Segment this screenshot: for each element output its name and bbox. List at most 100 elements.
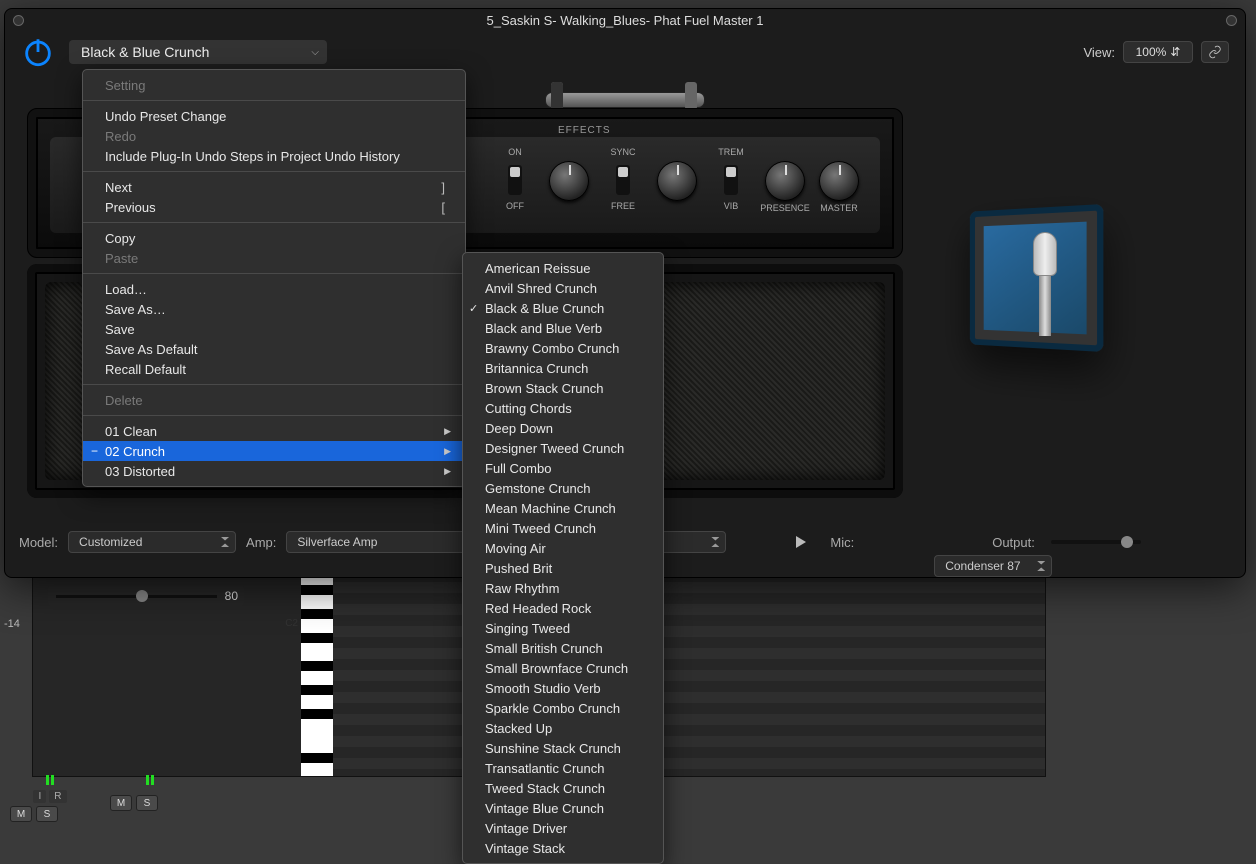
window-titlebar[interactable]: 5_Saskin S- Walking_Blues- Phat Fuel Mas…	[5, 9, 1245, 32]
submenu-item[interactable]: Sunshine Stack Crunch	[463, 738, 663, 758]
velocity-value: 80	[225, 589, 244, 603]
amp-control[interactable]: SYNC FREE	[596, 143, 650, 215]
knob-icon[interactable]	[657, 161, 697, 201]
close-icon[interactable]	[13, 15, 24, 26]
menu-separator	[83, 384, 465, 385]
submenu-item[interactable]: Cutting Chords	[463, 398, 663, 418]
menu-item[interactable]: 02 Crunch	[83, 441, 465, 461]
amp-control[interactable]: MASTER	[812, 143, 866, 215]
menu-separator	[83, 222, 465, 223]
preset-context-menu: SettingUndo Preset ChangeRedoInclude Plu…	[82, 69, 466, 487]
mute-button[interactable]: M	[110, 795, 132, 811]
submenu-item[interactable]: Sparkle Combo Crunch	[463, 698, 663, 718]
menu-item[interactable]: 03 Distorted	[83, 461, 465, 481]
control-top-label: SYNC	[610, 147, 635, 159]
submenu-item[interactable]: Gemstone Crunch	[463, 478, 663, 498]
submenu-item[interactable]: Mean Machine Crunch	[463, 498, 663, 518]
power-button[interactable]	[21, 35, 55, 69]
mic-label: Mic:	[830, 535, 854, 550]
submenu-item[interactable]: Vintage Driver	[463, 818, 663, 838]
control-bottom-label: MASTER	[820, 203, 858, 215]
submenu-item[interactable]: Raw Rhythm	[463, 578, 663, 598]
knob-icon[interactable]	[549, 161, 589, 201]
input-btn[interactable]: I	[33, 790, 46, 803]
submenu-item[interactable]: Small Brownface Crunch	[463, 658, 663, 678]
menu-item[interactable]: Recall Default	[83, 359, 465, 379]
mute-button[interactable]: M	[10, 806, 32, 822]
menu-item[interactable]: Copy	[83, 228, 465, 248]
menu-item[interactable]: Previous[	[83, 197, 465, 217]
submenu-item[interactable]: Black & Blue Crunch	[463, 298, 663, 318]
submenu-item[interactable]: Full Combo	[463, 458, 663, 478]
amp-control[interactable]: TREMVIB	[704, 143, 758, 215]
switch-icon[interactable]	[616, 165, 630, 195]
control-bottom-label: OFF	[506, 201, 524, 213]
stepper-icon: ⇵	[1170, 45, 1180, 59]
menu-item[interactable]: Save As Default	[83, 339, 465, 359]
knob-icon[interactable]	[765, 161, 805, 201]
mic-dropdown[interactable]: Condenser 87	[934, 555, 1052, 577]
knob-icon[interactable]	[819, 161, 859, 201]
submenu-item[interactable]: Mini Tweed Crunch	[463, 518, 663, 538]
submenu-item[interactable]: Vintage Blue Crunch	[463, 798, 663, 818]
model-dropdown[interactable]: Customized	[68, 531, 236, 553]
submenu-item[interactable]: Vintage Stack	[463, 838, 663, 858]
submenu-item[interactable]: Transatlantic Crunch	[463, 758, 663, 778]
submenu-item[interactable]: Smooth Studio Verb	[463, 678, 663, 698]
submenu-item[interactable]: Black and Blue Verb	[463, 318, 663, 338]
solo-button[interactable]: S	[36, 806, 58, 822]
midi-grid[interactable]	[333, 571, 1045, 776]
record-btn[interactable]: R	[49, 790, 66, 803]
menu-item: Paste	[83, 248, 465, 268]
slider-thumb[interactable]	[136, 590, 148, 602]
play-icon[interactable]	[796, 536, 806, 548]
amp-control[interactable]: ON OFF	[488, 143, 542, 215]
menu-item[interactable]: Next]	[83, 177, 465, 197]
submenu-item[interactable]: Singing Tweed	[463, 618, 663, 638]
output-label: Output:	[992, 535, 1035, 550]
submenu-item[interactable]: Moving Air	[463, 538, 663, 558]
output-slider[interactable]	[1051, 540, 1141, 544]
submenu-item[interactable]: Anvil Shred Crunch	[463, 278, 663, 298]
link-button[interactable]	[1201, 41, 1229, 63]
meter-icon	[141, 775, 159, 787]
model-label: Model:	[19, 535, 58, 550]
submenu-item[interactable]: Red Headed Rock	[463, 598, 663, 618]
menu-item[interactable]: Save	[83, 319, 465, 339]
submenu-item[interactable]: Deep Down	[463, 418, 663, 438]
channel-strip-1: IR MS	[10, 775, 90, 835]
window-button[interactable]	[1226, 15, 1237, 26]
menu-item[interactable]: Include Plug-In Undo Steps in Project Un…	[83, 146, 465, 166]
control-bottom-label: FREE	[611, 201, 635, 213]
zoom-value: 100%	[1136, 45, 1167, 59]
view-label: View:	[1083, 45, 1115, 60]
zoom-dropdown[interactable]: 100%⇵	[1123, 41, 1193, 63]
menu-item[interactable]: Undo Preset Change	[83, 106, 465, 126]
switch-icon[interactable]	[724, 165, 738, 195]
switch-icon[interactable]	[508, 165, 522, 195]
shortcut-label: ]	[441, 180, 445, 195]
preset-dropdown[interactable]: Black & Blue Crunch ⌵	[69, 40, 327, 64]
menu-separator	[83, 273, 465, 274]
submenu-item[interactable]: Tweed Stack Crunch	[463, 778, 663, 798]
solo-button[interactable]: S	[136, 795, 158, 811]
menu-item[interactable]: Load…	[83, 279, 465, 299]
submenu-item[interactable]: Brawny Combo Crunch	[463, 338, 663, 358]
submenu-item[interactable]: Pushed Brit	[463, 558, 663, 578]
amp-control[interactable]	[650, 143, 704, 215]
submenu-item[interactable]: American Reissue	[463, 258, 663, 278]
menu-item[interactable]: 01 Clean	[83, 421, 465, 441]
submenu-item[interactable]: Stacked Up	[463, 718, 663, 738]
control-top-label: ON	[508, 147, 522, 159]
menu-item[interactable]: Save As…	[83, 299, 465, 319]
amp-control[interactable]: PRESENCE	[758, 143, 812, 215]
piano-keys[interactable]	[301, 571, 333, 776]
submenu-item[interactable]: Designer Tweed Crunch	[463, 438, 663, 458]
velocity-slider[interactable]	[56, 595, 217, 598]
speaker-cabinet-graphic	[963, 208, 1123, 368]
submenu-item[interactable]: Britannica Crunch	[463, 358, 663, 378]
amp-control[interactable]	[542, 143, 596, 215]
submenu-item[interactable]: Small British Crunch	[463, 638, 663, 658]
submenu-item[interactable]: Brown Stack Crunch	[463, 378, 663, 398]
microphone-icon[interactable]	[1033, 232, 1057, 332]
